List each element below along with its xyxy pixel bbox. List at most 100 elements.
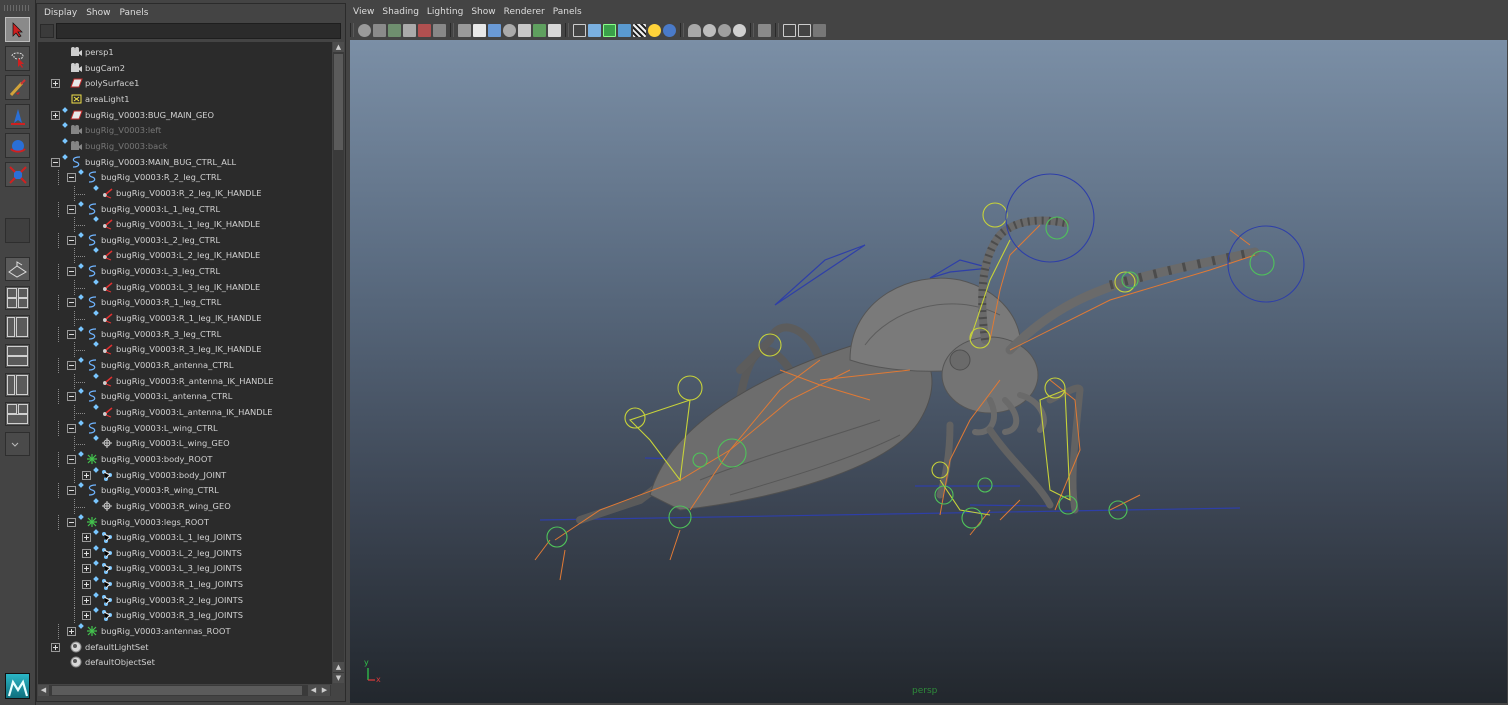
collapse-icon[interactable] [67, 423, 76, 433]
anti-aliasing-icon[interactable] [733, 23, 746, 37]
scroll-left-arrow-icon[interactable]: ◀ [308, 685, 319, 696]
film-gate-icon[interactable] [473, 23, 486, 37]
expand-icon[interactable] [82, 548, 91, 558]
outliner-row[interactable]: bugRig_V0003:R_3_leg_IK_HANDLE [38, 341, 332, 358]
outliner-row[interactable]: defaultObjectSet [38, 655, 332, 671]
menu-view[interactable]: View [353, 7, 382, 17]
outliner-row[interactable]: bugCam2 [38, 61, 332, 77]
outliner-row[interactable]: bugRig_V0003:R_wing_GEO [38, 498, 332, 515]
motion-blur-icon[interactable] [718, 23, 731, 37]
last-tool-button[interactable] [5, 218, 30, 243]
expand-icon[interactable] [82, 595, 91, 605]
image-plane-icon[interactable] [418, 23, 431, 37]
outliner-horizontal-scrollbar[interactable]: ◀ ◀ ▶ [38, 685, 331, 696]
outliner-row[interactable]: bugRig_V0003:L_antenna_IK_HANDLE [38, 404, 332, 421]
paint-select-tool-button[interactable] [5, 75, 30, 100]
collapse-icon[interactable] [67, 486, 76, 496]
outliner-row[interactable]: bugRig_V0003:L_1_leg_IK_HANDLE [38, 216, 332, 233]
menu-panels[interactable]: Panels [117, 8, 155, 18]
outliner-row[interactable]: bugRig_V0003:R_2_leg_CTRL [38, 169, 332, 186]
outliner-row[interactable]: bugRig_V0003:L_wing_GEO [38, 435, 332, 452]
outliner-row[interactable]: bugRig_V0003:antennas_ROOT [38, 623, 332, 640]
outliner-row[interactable]: bugRig_V0003:MAIN_BUG_CTRL_ALL [38, 153, 332, 171]
filter-options-icon[interactable] [40, 24, 54, 38]
menu-display[interactable]: Display [42, 8, 84, 18]
wireframe-icon[interactable] [573, 23, 586, 37]
menu-show[interactable]: Show [471, 7, 503, 17]
xray-active-components-icon[interactable] [798, 23, 811, 37]
outliner-row[interactable]: bugRig_V0003:L_wing_CTRL [38, 419, 332, 437]
outliner-search-input[interactable] [56, 23, 341, 39]
bookmarks-icon[interactable] [403, 23, 416, 37]
perspective-viewport[interactable]: persp y x [350, 40, 1507, 703]
collapse-icon[interactable] [67, 173, 76, 183]
layout-persp-outliner-button[interactable] [5, 315, 30, 339]
outliner-row[interactable]: bugRig_V0003:R_3_leg_JOINTS [38, 607, 332, 624]
scroll-right-arrow-icon[interactable]: ▶ [319, 685, 330, 696]
vertical-scroll-thumb[interactable] [334, 54, 343, 150]
wireframe-on-shaded-icon[interactable] [603, 23, 616, 37]
expand-icon[interactable] [82, 533, 91, 543]
expand-icon[interactable] [51, 79, 60, 89]
scroll-down-arrow-icon[interactable]: ▼ [333, 673, 344, 683]
outliner-row[interactable]: bugRig_V0003:BUG_MAIN_GEO [38, 106, 332, 124]
collapse-icon[interactable] [67, 267, 76, 277]
layout-four-view-button[interactable] [5, 286, 30, 310]
xray-joints-icon[interactable] [783, 23, 796, 37]
expand-icon[interactable] [67, 627, 76, 637]
menu-shading[interactable]: Shading [382, 7, 427, 17]
expand-icon[interactable] [82, 611, 91, 621]
screen-space-ao-icon[interactable] [703, 23, 716, 37]
menu-renderer[interactable]: Renderer [504, 7, 553, 17]
outliner-row[interactable]: bugRig_V0003:L_3_leg_JOINTS [38, 560, 332, 577]
outliner-row[interactable]: bugRig_V0003:L_3_leg_CTRL [38, 263, 332, 280]
expand-icon[interactable] [82, 470, 91, 480]
outliner-row[interactable]: bugRig_V0003:R_1_leg_JOINTS [38, 576, 332, 593]
collapse-icon[interactable] [67, 361, 76, 370]
outliner-row[interactable]: persp1 [38, 45, 332, 61]
collapse-icon[interactable] [67, 204, 76, 214]
collapse-icon[interactable] [67, 517, 76, 527]
scroll-up-arrow-icon[interactable]: ▲ [333, 42, 344, 52]
outliner-row[interactable]: bugRig_V0003:L_2_leg_JOINTS [38, 544, 332, 562]
gate-mask-icon[interactable] [503, 23, 516, 37]
textured-icon[interactable] [633, 23, 646, 37]
xray-icon[interactable] [618, 23, 631, 37]
outliner-row[interactable]: bugRig_V0003:L_antenna_CTRL [38, 388, 332, 405]
rotate-tool-button[interactable] [5, 133, 30, 158]
expand-icon[interactable] [51, 110, 60, 120]
grid-toggle-icon[interactable] [458, 23, 471, 37]
outliner-row[interactable]: bugRig_V0003:L_1_leg_JOINTS [38, 529, 332, 546]
outliner-row[interactable]: polySurface1 [38, 76, 332, 92]
outliner-row[interactable]: bugRig_V0003:body_JOINT [38, 466, 332, 484]
outliner-row[interactable]: bugRig_V0003:R_1_leg_CTRL [38, 294, 332, 311]
safe-title-icon[interactable] [548, 23, 561, 37]
layout-hypershade-button[interactable] [5, 373, 30, 397]
lock-camera-icon[interactable] [373, 23, 386, 37]
smooth-shade-icon[interactable] [588, 23, 601, 37]
share-icon[interactable] [813, 23, 826, 37]
expand-icon[interactable] [82, 564, 91, 574]
outliner-row[interactable]: bugRig_V0003:back [38, 138, 332, 155]
layout-persp-graph-button[interactable] [5, 344, 30, 368]
menu-show[interactable]: Show [84, 8, 117, 18]
expand-icon[interactable] [82, 580, 91, 590]
outliner-row[interactable]: defaultLightSet [38, 640, 332, 656]
use-all-lights-icon[interactable] [648, 23, 661, 37]
horizontal-scroll-thumb[interactable] [52, 686, 302, 695]
outliner-row[interactable]: bugRig_V0003:R_1_leg_IK_HANDLE [38, 310, 332, 327]
outliner-row[interactable]: bugRig_V0003:body_ROOT [38, 451, 332, 468]
select-camera-icon[interactable] [358, 23, 371, 37]
safe-action-icon[interactable] [533, 23, 546, 37]
two-d-pan-zoom-icon[interactable] [433, 23, 446, 37]
isolate-icon[interactable] [758, 23, 771, 37]
scale-tool-button[interactable] [5, 162, 30, 187]
collapse-icon[interactable] [67, 454, 76, 464]
layout-more-button[interactable] [5, 432, 30, 456]
scroll-up-arrow-icon[interactable]: ▲ [333, 662, 344, 672]
outliner-row[interactable]: bugRig_V0003:R_antenna_IK_HANDLE [38, 372, 332, 390]
outliner-row[interactable]: areaLight1 [38, 92, 332, 108]
field-chart-icon[interactable] [518, 23, 531, 37]
move-tool-button[interactable] [5, 104, 30, 129]
toolbox-grip[interactable] [4, 5, 30, 11]
